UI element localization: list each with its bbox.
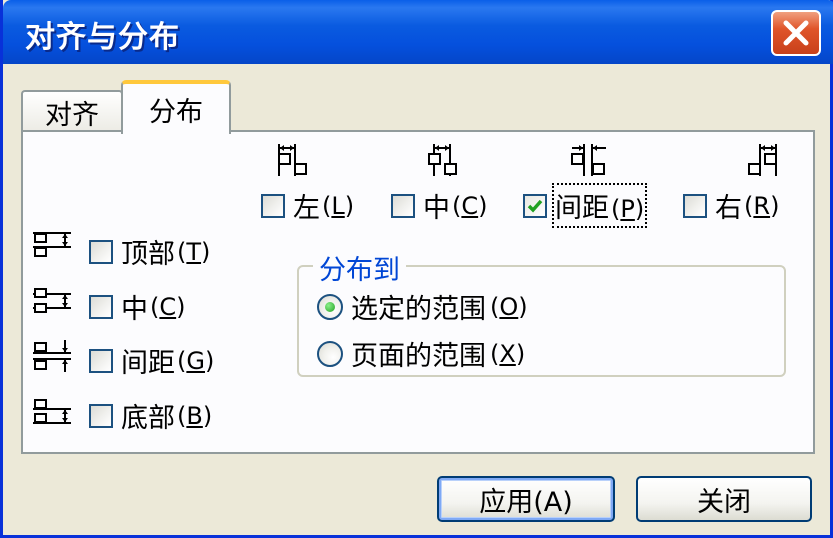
checkbox-horizontal-spacing-text: 间距(P) — [551, 183, 648, 228]
checkbox-vertical-spacing[interactable]: 间距 (G) — [89, 341, 214, 380]
checkbox-center-vertical[interactable]: 中 (C) — [89, 287, 186, 326]
apply-button-label: 应用(A) — [479, 486, 573, 518]
checkbox-center-horizontal[interactable]: 中 (C) — [391, 186, 488, 225]
checkbox-vertical-spacing-box[interactable] — [89, 348, 113, 373]
dialog-window: 对齐与分布 对齐 分布 左 (L) 中 (C) 间距(P) 右 (R) 顶部 (… — [0, 0, 833, 538]
checkbox-center-vertical-key: C — [159, 292, 177, 321]
checkbox-left[interactable]: 左 (L) — [261, 186, 354, 225]
checkbox-bottom-box[interactable] — [89, 403, 113, 428]
checkbox-left-key: L — [331, 191, 345, 220]
close-icon — [783, 20, 809, 46]
checkbox-top-key: T — [186, 237, 202, 266]
apply-button[interactable]: 应用(A) — [437, 476, 615, 522]
radio-page-range[interactable]: 页面的范围 (X) — [317, 334, 525, 373]
tab-distribute[interactable]: 分布 — [121, 80, 231, 134]
checkbox-center-horizontal-key: C — [461, 191, 479, 220]
radio-selected-range[interactable]: 选定的范围 (O) — [317, 287, 528, 326]
checkbox-top[interactable]: 顶部 (T) — [89, 232, 210, 271]
distribute-center-horizontal-icon — [428, 144, 457, 176]
checkbox-left-box[interactable] — [261, 193, 285, 218]
close-button[interactable]: 关闭 — [636, 476, 812, 522]
close-window-button[interactable] — [771, 10, 821, 56]
distribute-to-group-title: 分布到 — [313, 248, 406, 287]
tab-align[interactable]: 对齐 — [21, 90, 123, 132]
window-title: 对齐与分布 — [25, 20, 180, 55]
checkbox-horizontal-spacing-label: 间距 — [555, 193, 609, 224]
radio-selected-range-key: O — [499, 292, 519, 321]
radio-dot-icon — [325, 301, 335, 312]
distribute-right-icon — [748, 144, 777, 176]
radio-selected-range-button[interactable] — [317, 293, 343, 320]
checkmark-icon — [527, 199, 543, 213]
radio-page-range-button[interactable] — [317, 340, 343, 367]
distribute-left-icon — [278, 144, 307, 176]
distribute-center-vertical-icon — [33, 288, 71, 313]
tab-align-label: 对齐 — [45, 99, 99, 131]
checkbox-top-label: 顶部 — [121, 239, 175, 270]
checkbox-center-horizontal-box[interactable] — [391, 193, 415, 218]
title-bar[interactable]: 对齐与分布 — [3, 0, 833, 64]
checkbox-vertical-spacing-label: 间距 — [121, 348, 175, 379]
radio-page-range-key: X — [499, 339, 516, 368]
checkbox-top-box[interactable] — [89, 239, 113, 264]
checkbox-bottom-key: B — [186, 401, 203, 430]
distribute-top-icon — [33, 232, 71, 257]
distribute-vertical-spacing-icon — [33, 340, 71, 372]
checkbox-center-vertical-label: 中 — [121, 294, 148, 325]
distribute-horizontal-spacing-icon — [571, 144, 606, 176]
checkbox-right[interactable]: 右 (R) — [683, 186, 779, 225]
checkbox-center-horizontal-label: 中 — [423, 193, 450, 224]
checkbox-horizontal-spacing-box[interactable] — [523, 193, 547, 218]
checkbox-left-label: 左 — [293, 193, 320, 224]
checkbox-center-vertical-box[interactable] — [89, 294, 113, 319]
checkbox-vertical-spacing-key: G — [186, 346, 205, 375]
checkbox-horizontal-spacing-key: P — [620, 195, 635, 223]
checkbox-right-key: R — [753, 191, 771, 220]
radio-page-range-label: 页面的范围 — [351, 341, 486, 372]
distribute-bottom-icon — [33, 399, 71, 424]
checkbox-bottom[interactable]: 底部 (B) — [89, 396, 212, 435]
radio-selected-range-label: 选定的范围 — [351, 294, 486, 325]
tab-distribute-label: 分布 — [149, 96, 203, 128]
close-button-label: 关闭 — [697, 486, 751, 518]
checkbox-bottom-label: 底部 — [121, 403, 175, 434]
checkbox-horizontal-spacing[interactable]: 间距(P) — [523, 183, 648, 228]
checkbox-right-label: 右 — [715, 193, 742, 224]
checkbox-right-box[interactable] — [683, 193, 707, 218]
